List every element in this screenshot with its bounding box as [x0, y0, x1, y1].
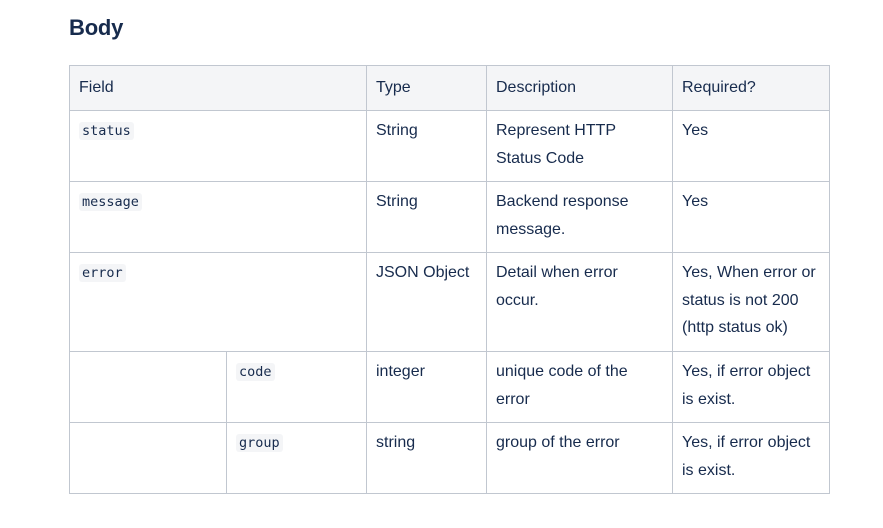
type-cell: string	[366, 422, 487, 494]
field-name-code: status	[79, 122, 134, 140]
table-row: error JSON Object Detail when error occu…	[69, 252, 830, 352]
required-cell: Yes, if error object is exist.	[672, 351, 830, 423]
type-cell: String	[366, 110, 487, 182]
table-header: Field Type Description Required?	[69, 65, 830, 111]
field-cell: error	[69, 252, 367, 352]
parent-cell	[69, 422, 227, 494]
body-fields-table: Field Type Description Required? status …	[69, 65, 830, 494]
description-cell: Backend response message.	[486, 181, 673, 253]
field-name-code: error	[79, 264, 126, 282]
header-type: Type	[366, 65, 487, 111]
field-cell: message	[69, 181, 367, 253]
description-cell: unique code of the error	[486, 351, 673, 423]
field-name-code: message	[79, 193, 142, 211]
parent-cell	[69, 351, 227, 423]
type-cell: JSON Object	[366, 252, 487, 352]
field-cell: code	[226, 351, 367, 423]
header-required: Required?	[672, 65, 830, 111]
description-cell: Detail when error occur.	[486, 252, 673, 352]
table-row-nested: group string group of the error Yes, if …	[69, 422, 830, 494]
type-cell: String	[366, 181, 487, 253]
required-cell: Yes	[672, 110, 830, 182]
required-cell: Yes, if error object is exist.	[672, 422, 830, 494]
type-cell: integer	[366, 351, 487, 423]
required-cell: Yes, When error or status is not 200 (ht…	[672, 252, 830, 352]
field-cell: group	[226, 422, 367, 494]
header-description: Description	[486, 65, 673, 111]
required-cell: Yes	[672, 181, 830, 253]
header-field: Field	[69, 65, 367, 111]
description-cell: group of the error	[486, 422, 673, 494]
header-row: Field Type Description Required?	[69, 65, 830, 111]
field-name-code: group	[236, 434, 283, 452]
table-body: status String Represent HTTP Status Code…	[69, 110, 830, 494]
table-row-nested: code integer unique code of the error Ye…	[69, 351, 830, 423]
field-name-code: code	[236, 363, 275, 381]
field-cell: status	[69, 110, 367, 182]
description-cell: Represent HTTP Status Code	[486, 110, 673, 182]
section-heading: Body	[69, 15, 124, 40]
table-row: message String Backend response message.…	[69, 181, 830, 253]
table-row: status String Represent HTTP Status Code…	[69, 110, 830, 182]
